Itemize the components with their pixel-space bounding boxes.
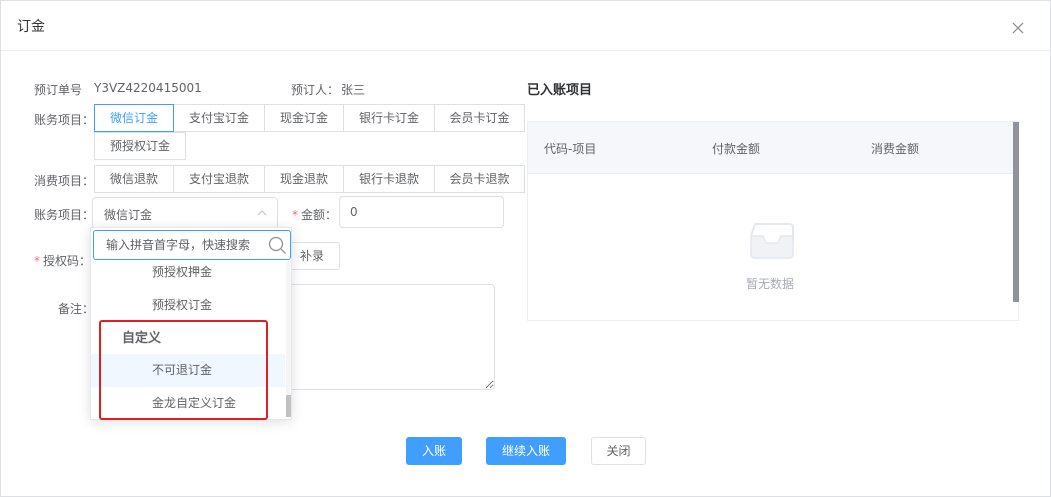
dropdown-option-nonrefundable-deposit[interactable]: 不可退订金 <box>91 354 285 387</box>
remark-label: 备注： <box>58 302 95 316</box>
dropdown-option-preauth-guarantee[interactable]: 预授权押金 <box>91 256 285 289</box>
supplement-button[interactable]: 补录 <box>284 242 340 270</box>
tab-wechat-refund[interactable]: 微信退款 <box>94 165 174 193</box>
order-no-value: Y3VZ4220415001 <box>94 81 202 95</box>
amount-input[interactable] <box>339 196 504 228</box>
posted-items-table: 代码-项目 付款金额 消费金额 暂无数据 <box>527 121 1019 321</box>
dropdown-scrollbar-track <box>286 262 291 417</box>
column-header-consumption: 消费金额 <box>871 142 920 156</box>
continue-post-button[interactable]: 继续入账 <box>486 437 566 465</box>
tab-preauth-deposit[interactable]: 预授权订金 <box>94 132 186 160</box>
order-no-label: 预订单号 <box>34 83 83 97</box>
close-icon[interactable] <box>1009 19 1027 37</box>
deposit-dialog: 订金 预订单号 Y3VZ4220415001 预订人： 张三 账务项目： 微信订… <box>0 0 1051 497</box>
tab-membercard-refund[interactable]: 会员卡退款 <box>434 165 525 193</box>
posted-items-title: 已入账项目 <box>527 83 593 98</box>
remark-textarea[interactable] <box>284 284 495 390</box>
dropdown-scrollbar-thumb[interactable] <box>286 395 291 417</box>
tab-membercard-deposit[interactable]: 会员卡订金 <box>434 104 525 132</box>
tab-alipay-refund[interactable]: 支付宝退款 <box>173 165 265 193</box>
account-select[interactable]: 微信订金 <box>92 197 278 229</box>
auth-code-label: * 授权码： <box>34 254 92 268</box>
account-items-label: 账务项目： <box>34 113 95 127</box>
empty-box-icon <box>750 223 794 259</box>
tab-alipay-deposit[interactable]: 支付宝订金 <box>173 104 265 132</box>
required-mark: * <box>34 254 40 268</box>
empty-text: 暂无数据 <box>746 277 795 291</box>
account-select-value: 微信订金 <box>104 208 153 222</box>
dropdown-group-custom: 自定义 <box>122 331 162 346</box>
tab-bankcard-refund[interactable]: 银行卡退款 <box>343 165 435 193</box>
tab-cash-refund[interactable]: 现金退款 <box>264 165 344 193</box>
booker-label: 预订人： <box>291 83 340 97</box>
search-icon[interactable] <box>267 235 287 255</box>
column-header-payment: 付款金额 <box>712 142 761 156</box>
table-scrollbar[interactable] <box>1013 122 1019 302</box>
booker-value: 张三 <box>341 83 366 97</box>
amount-label: * 金额： <box>292 208 338 222</box>
post-button[interactable]: 入账 <box>406 437 462 465</box>
dropdown-option-preauth-deposit[interactable]: 预授权订金 <box>91 289 285 322</box>
tab-bankcard-deposit[interactable]: 银行卡订金 <box>343 104 435 132</box>
column-header-code-item: 代码-项目 <box>544 142 597 156</box>
chevron-up-icon <box>257 210 267 216</box>
consume-items-label: 消费项目： <box>34 174 95 188</box>
table-header: 代码-项目 付款金额 消费金额 <box>528 122 1018 174</box>
dialog-header: 订金 <box>1 1 1050 51</box>
required-mark: * <box>292 208 298 222</box>
close-button[interactable]: 关闭 <box>591 437 646 465</box>
account-select-label: 账务项目： <box>34 208 95 222</box>
dialog-title: 订金 <box>17 19 45 35</box>
tab-cash-deposit[interactable]: 现金订金 <box>264 104 344 132</box>
account-dropdown: 预授权押金 预授权订金 自定义 不可退订金 金龙自定义订金 <box>90 227 292 420</box>
dropdown-option-jinlong-custom-deposit[interactable]: 金龙自定义订金 <box>91 387 285 420</box>
tab-wechat-deposit[interactable]: 微信订金 <box>94 104 174 132</box>
